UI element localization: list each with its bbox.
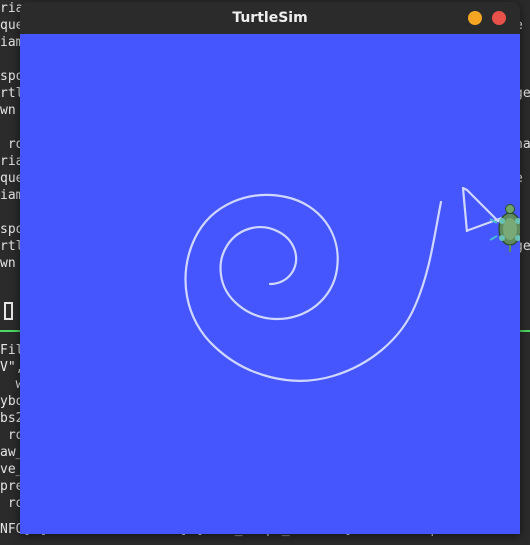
spiral-path [184,193,443,382]
turtle-canvas [20,34,520,534]
close-button[interactable] [492,11,506,25]
minimize-button[interactable] [468,11,482,25]
turtle-icon [489,204,520,252]
window-titlebar[interactable]: TurtleSim [20,2,520,35]
drawing-surface [184,186,520,382]
terminal-cursor [4,302,13,320]
terminal-line: wn [0,103,16,118]
window-title: TurtleSim [232,10,308,26]
terminal-line: wn [0,256,16,271]
turtlesim-window[interactable]: TurtleSim [20,2,520,534]
